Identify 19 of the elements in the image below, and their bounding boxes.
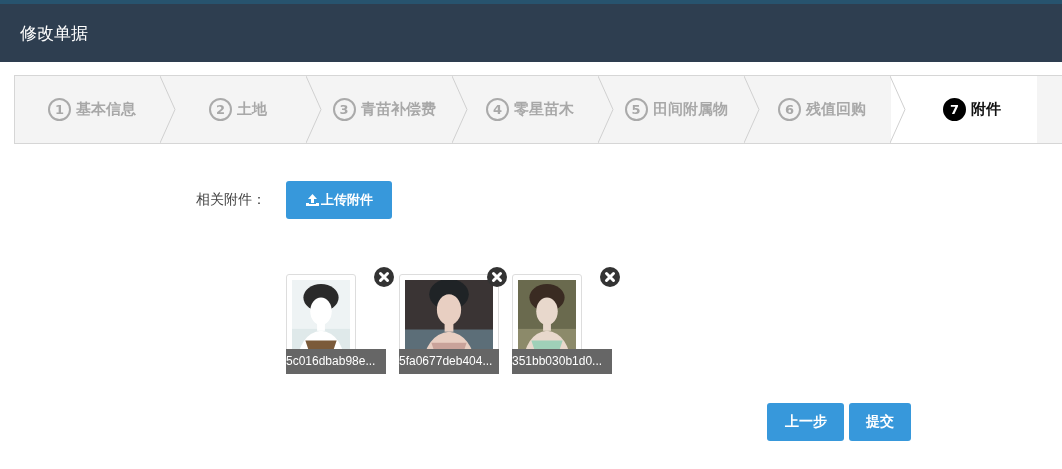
step-tab[interactable]: 2 土地 (161, 76, 307, 143)
close-icon[interactable] (487, 267, 507, 287)
file-name: 5c016dbab98e... (286, 349, 386, 374)
field-label: 相关附件： (195, 191, 266, 209)
window-title: 修改单据 (20, 21, 88, 45)
step-tab[interactable]: 6 残值回购 (745, 76, 891, 143)
step-tab[interactable]: 3 青苗补偿费 (307, 76, 453, 143)
step-tab[interactable]: 7 附件 (891, 76, 1037, 143)
file-name: 5fa0677deb404... (399, 349, 499, 374)
file-name: 351bb030b1d0... (512, 349, 612, 374)
previous-button[interactable]: 上一步 (767, 403, 844, 441)
step-tab[interactable]: 1 基本信息 (15, 76, 161, 143)
step-tab[interactable]: 5 田间附属物 (599, 76, 745, 143)
close-icon[interactable] (374, 267, 394, 287)
step-tab[interactable]: 4 零星苗木 (453, 76, 599, 143)
close-icon[interactable] (600, 267, 620, 287)
submit-button[interactable]: 提交 (849, 403, 911, 441)
upload-button[interactable]: 上传附件 (286, 181, 392, 219)
upload-icon (305, 194, 319, 206)
